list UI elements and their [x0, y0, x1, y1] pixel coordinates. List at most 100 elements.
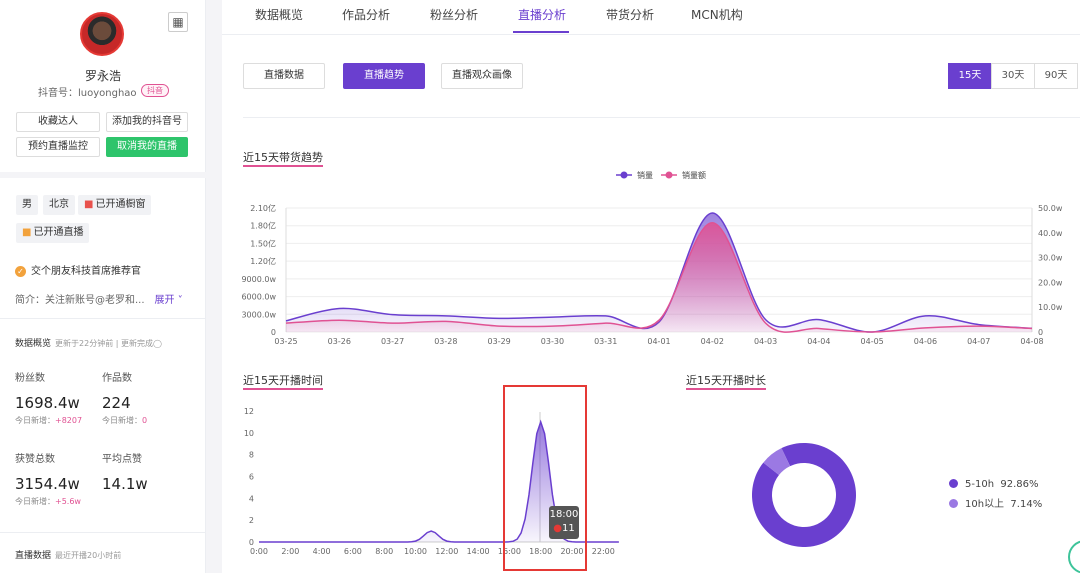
- likes-value: 3154.4w: [15, 475, 80, 493]
- y-right-tick: 0: [1038, 328, 1043, 337]
- y-tick: 4: [249, 494, 254, 503]
- profile-sidebar: ▦ 罗永浩 抖音号：luoyonghao 抖音 收藏达人 添加我的抖音号 预约直…: [0, 0, 206, 573]
- x-tick: 04-06: [914, 337, 937, 346]
- divider: [0, 532, 206, 533]
- fans-delta: 今日新增：+8207: [15, 416, 83, 425]
- city-tag: 北京: [43, 195, 75, 215]
- x-tick: 03-28: [434, 337, 457, 346]
- y-left-tick: 1.50亿: [250, 238, 276, 248]
- y-tick: 12: [244, 407, 254, 416]
- chart-tooltip: 18:00 ●11: [549, 506, 579, 539]
- x-tick: 12:00: [435, 547, 458, 556]
- y-left-tick: 0: [271, 328, 276, 337]
- tooltip-time: 18:00: [549, 509, 579, 520]
- tab-overview[interactable]: 数据概览: [255, 6, 303, 23]
- avg-likes-value: 14.1w: [102, 475, 148, 493]
- avg-likes-label: 平均点赞: [102, 454, 142, 465]
- y-right-tick: 30.0w: [1038, 254, 1063, 263]
- x-tick: 03-29: [488, 337, 511, 346]
- legend-5-10h: 5-10h 92.86%: [949, 479, 1039, 490]
- sales-trend-chart: 0 3000.0w 6000.0w 9000.0w 1.20亿 1.50亿 1.80亿 2.1…: [241, 170, 1063, 346]
- y-tick: 10: [244, 429, 254, 438]
- check-icon: ✓: [15, 266, 26, 277]
- x-tick: 4:00: [313, 547, 331, 556]
- profile-intro: 简介：关注新账号@老罗和... 展开 ˅: [15, 295, 183, 306]
- y-left-tick: 3000.0w: [241, 310, 276, 319]
- live-tag: ■ 已开通直播: [16, 223, 90, 243]
- legend-swatch-10h-plus: [949, 499, 958, 508]
- y-tick: 0: [249, 538, 254, 547]
- y-right-tick: 50.0w: [1038, 204, 1063, 213]
- legend-swatch-5-10h: [949, 479, 958, 488]
- x-tick: 04-05: [861, 337, 884, 346]
- legend-volume: 销量: [637, 170, 653, 180]
- qr-code-icon[interactable]: ▦: [168, 12, 188, 32]
- live-time-title: 近15天开播时间: [243, 374, 323, 390]
- platform-badge: 抖音: [141, 84, 169, 97]
- tab-bar: 数据概览 作品分析 粉丝分析 直播分析 带货分析 MCN机构: [222, 0, 1080, 34]
- tab-goods[interactable]: 带货分析: [606, 6, 654, 23]
- likes-delta: 今日新增：+5.6w: [15, 497, 81, 506]
- cancel-live-button[interactable]: 取消我的直播: [106, 137, 188, 157]
- live-trend-button[interactable]: 直播趋势: [343, 63, 425, 89]
- x-tick: 03-30: [541, 337, 564, 346]
- highlight-box: [503, 385, 587, 571]
- range-15-button[interactable]: 15天: [948, 63, 992, 89]
- live-icon: ■: [22, 227, 32, 238]
- collect-button[interactable]: 收藏达人: [16, 112, 100, 132]
- tab-live[interactable]: 直播分析: [518, 6, 566, 23]
- x-tick: 03-25: [274, 337, 297, 346]
- works-delta: 今日新增：0: [102, 416, 148, 425]
- y-right-tick: 40.0w: [1038, 229, 1063, 238]
- divider: [243, 117, 1080, 118]
- add-account-button[interactable]: 添加我的抖音号: [106, 112, 188, 132]
- x-tick: 04-02: [701, 337, 724, 346]
- x-tick: 04-08: [1020, 337, 1043, 346]
- expand-link[interactable]: 展开 ˅: [155, 295, 183, 306]
- y-tick: 6: [249, 473, 254, 482]
- chart-legend: 销量 销量额: [616, 170, 706, 180]
- y-left-tick: 9000.0w: [241, 275, 276, 284]
- divider: [0, 318, 206, 319]
- y-left-tick: 2.10亿: [250, 203, 276, 213]
- y-left-tick: 1.20亿: [250, 256, 276, 266]
- audience-profile-button[interactable]: 直播观众画像: [441, 63, 523, 89]
- gender-tag: 男: [16, 195, 38, 215]
- x-tick: 8:00: [375, 547, 393, 556]
- x-tick: 03-31: [594, 337, 617, 346]
- x-tick: 03-26: [328, 337, 351, 346]
- y-right-tick: 20.0w: [1038, 278, 1063, 287]
- divider: [222, 34, 1080, 35]
- works-label: 作品数: [102, 373, 132, 384]
- monitor-button[interactable]: 预约直播监控: [16, 137, 100, 157]
- live-duration-donut: [752, 443, 856, 547]
- x-tick: 04-01: [647, 337, 670, 346]
- overview-title: 数据概览 更新于22分钟前 | 更新完成◯: [15, 339, 162, 349]
- avatar[interactable]: [80, 12, 124, 56]
- y-tick: 2: [249, 516, 254, 525]
- live-data-title: 直播数据 最近开播20小时前: [15, 551, 122, 561]
- tab-mcn[interactable]: MCN机构: [691, 6, 743, 23]
- tab-fans[interactable]: 粉丝分析: [430, 6, 478, 23]
- recommend-title: ✓ 交个朋友科技首席推荐官: [15, 262, 141, 277]
- tab-works[interactable]: 作品分析: [342, 6, 390, 23]
- legend-swatch-amount: [665, 171, 673, 179]
- range-90-button[interactable]: 90天: [1034, 63, 1078, 89]
- likes-label: 获赞总数: [15, 454, 55, 465]
- active-tab-indicator: [513, 31, 569, 33]
- fans-value: 1698.4w: [15, 394, 80, 412]
- y-left-tick: 1.80亿: [250, 221, 276, 231]
- tooltip-value: ●11: [553, 523, 575, 534]
- y-left-tick: 6000.0w: [241, 293, 276, 302]
- x-tick: 10:00: [404, 547, 427, 556]
- x-tick: 04-07: [967, 337, 990, 346]
- x-tick: 2:00: [281, 547, 299, 556]
- x-tick: 6:00: [344, 547, 362, 556]
- update-status: 更新于22分钟前 | 更新完成◯: [55, 339, 162, 348]
- legend-10h-plus: 10h以上 7.14%: [949, 495, 1042, 510]
- live-data-button[interactable]: 直播数据: [243, 63, 325, 89]
- range-30-button[interactable]: 30天: [991, 63, 1035, 89]
- profile-uid: 抖音号：luoyonghao: [38, 88, 137, 99]
- x-tick: 22:00: [592, 547, 615, 556]
- works-value: 224: [102, 394, 131, 412]
